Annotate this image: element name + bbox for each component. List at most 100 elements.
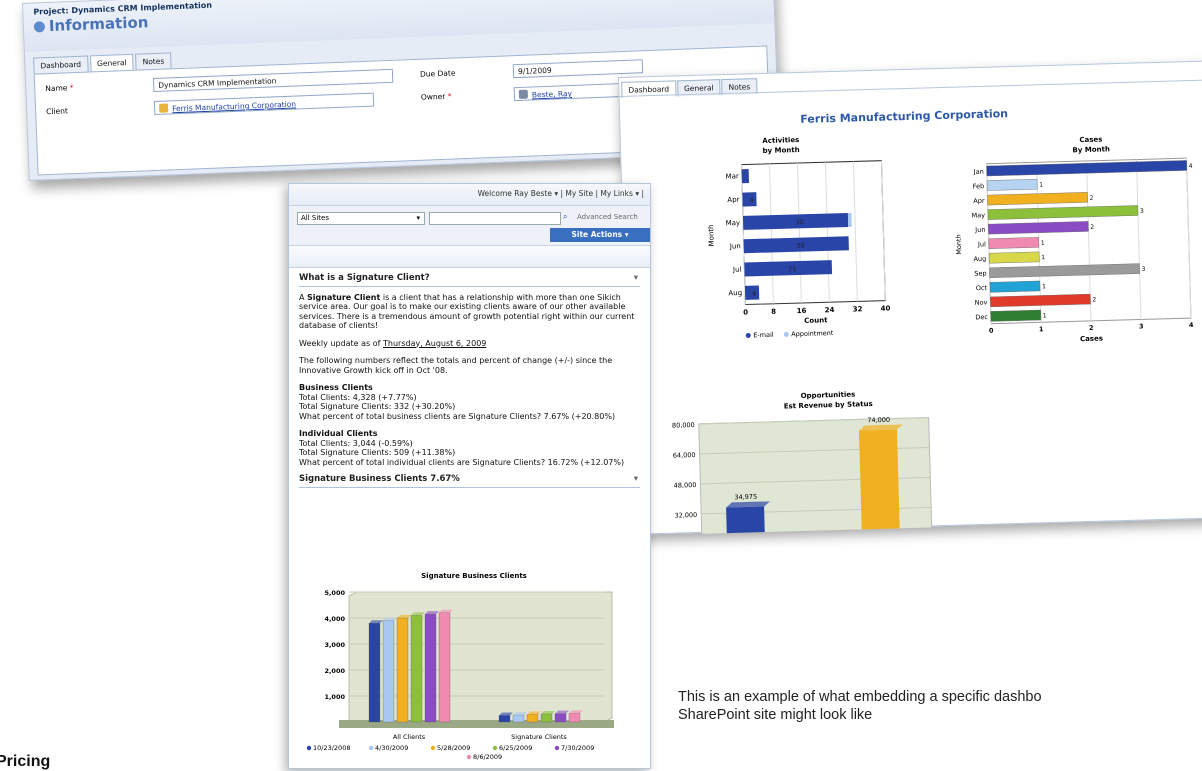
legend-marker bbox=[430, 745, 436, 751]
y-tick-label: 4,000 bbox=[324, 615, 345, 623]
y-tick-label: Jul bbox=[977, 240, 986, 248]
individual-line: Total Clients: 3,044 (-0.59%) bbox=[299, 438, 413, 448]
y-axis-label: Month bbox=[707, 224, 716, 246]
bar-series bbox=[438, 612, 451, 723]
name-field[interactable]: Dynamics CRM Implementation bbox=[152, 68, 394, 93]
welcome-bar[interactable]: Welcome Ray Beste ▾ | My Site | My Links… bbox=[289, 184, 650, 206]
x-axis-label: Count bbox=[804, 316, 828, 325]
cases-chart: 0 1 2 3 4 Jan 4 Feb 1 Apr 2 May 3 Jun 2 Jul 1 Aug 1 Sep 3 Oct… bbox=[955, 157, 1194, 344]
legend-label: 4/30/2009 bbox=[375, 744, 408, 752]
legend-label: Appointment bbox=[791, 329, 834, 338]
y-tick-label: Dec bbox=[975, 313, 988, 321]
search-icon[interactable]: ⌕ bbox=[563, 212, 573, 225]
intro-bold: Signature Client bbox=[307, 292, 381, 302]
bar-series bbox=[498, 715, 511, 723]
owner-label: Owner * bbox=[421, 92, 452, 102]
data-label: 30 bbox=[796, 218, 805, 226]
y-tick-label: Oct bbox=[976, 284, 988, 292]
x-tick-label: 3 bbox=[1139, 322, 1144, 330]
numbers-note: The following numbers reflect the totals… bbox=[299, 356, 613, 375]
data-label: 2 bbox=[1090, 224, 1094, 231]
bar-email bbox=[741, 169, 750, 184]
search-bar: All Sites ▾ ⌕ Advanced Search Site Action… bbox=[289, 206, 650, 246]
pricing-heading: Pricing bbox=[0, 753, 51, 770]
legend-marker bbox=[745, 332, 751, 338]
weekly-update: Weekly update as of Thursday, August 6, … bbox=[299, 339, 640, 349]
y-tick-label: Aug bbox=[973, 255, 986, 263]
weekly-date: Thursday, August 6, 2009 bbox=[383, 338, 487, 348]
bar-series bbox=[526, 714, 539, 723]
bar-series bbox=[424, 613, 437, 723]
y-tick-label: 32,000 bbox=[674, 511, 697, 520]
data-label: 30 bbox=[796, 242, 805, 250]
client-label: Client bbox=[46, 106, 69, 117]
y-tick-label: Jun bbox=[729, 242, 741, 250]
site-scope-select[interactable]: All Sites ▾ bbox=[297, 212, 425, 225]
business-clients-title: Business Clients bbox=[299, 383, 373, 392]
required-marker: * bbox=[69, 83, 74, 93]
legend-marker bbox=[466, 754, 472, 760]
site-actions-button[interactable]: Site Actions ▾ bbox=[550, 228, 650, 242]
bar-opportunity bbox=[726, 506, 770, 535]
y-tick-label: Jul bbox=[732, 266, 742, 274]
owner-link[interactable]: Beste, Ray bbox=[532, 89, 572, 100]
bar-cases bbox=[990, 309, 1042, 322]
caption-text: This is an example of what embedding a s… bbox=[678, 689, 1042, 723]
data-label: 3 bbox=[1141, 266, 1145, 273]
bar-opportunity bbox=[858, 429, 903, 535]
x-tick-label: 8 bbox=[771, 308, 776, 316]
client-lookup-field[interactable]: Ferris Manufacturing Corporation bbox=[153, 92, 375, 116]
bar-series bbox=[554, 713, 567, 723]
client-link[interactable]: Ferris Manufacturing Corporation bbox=[172, 100, 296, 114]
legend-label: E-mail bbox=[753, 331, 774, 340]
name-label-text: Name bbox=[45, 83, 68, 94]
data-label: 1 bbox=[1043, 312, 1047, 319]
legend-label: 5/28/2009 bbox=[437, 744, 470, 752]
x-tick-label: 1 bbox=[1039, 325, 1044, 333]
y-axis-label: Month bbox=[955, 234, 964, 255]
x-axis-label: Cases bbox=[1080, 335, 1103, 344]
y-tick-label: May bbox=[971, 211, 985, 219]
data-label: 4 bbox=[752, 290, 756, 298]
business-line: What percent of total business clients a… bbox=[299, 411, 616, 421]
tab-notes[interactable]: Notes bbox=[135, 52, 172, 70]
bar-series bbox=[368, 623, 381, 723]
x-tick-label: 16 bbox=[797, 307, 807, 315]
chevron-down-icon[interactable]: ▾ bbox=[634, 273, 638, 284]
bar-series bbox=[382, 620, 395, 723]
data-label: 74,000 bbox=[867, 416, 890, 425]
data-label: 1 bbox=[1039, 181, 1043, 188]
x-tick-label: All Clients bbox=[393, 733, 426, 741]
dropdown-icon: ▾ bbox=[416, 214, 420, 222]
due-date-field[interactable]: 9/1/2009 bbox=[512, 59, 644, 79]
x-tick-label: Signature Clients bbox=[511, 733, 567, 741]
bar-series bbox=[512, 714, 525, 723]
bar-cases bbox=[988, 251, 1040, 264]
due-date-label: Due Date bbox=[419, 68, 456, 79]
data-label: 2 bbox=[1092, 296, 1096, 303]
x-tick-label: 0 bbox=[989, 327, 994, 335]
legend-marker bbox=[783, 331, 789, 337]
chevron-down-icon[interactable]: ▾ bbox=[634, 474, 638, 485]
site-scope-value: All Sites bbox=[301, 214, 329, 222]
data-label: 34,975 bbox=[734, 493, 757, 502]
crm-dashboard-window: Dashboard General Notes Ferris Manufactu… bbox=[618, 60, 1202, 535]
tab-general[interactable]: General bbox=[89, 53, 134, 72]
intro-paragraph: A Signature Client is a client that has … bbox=[299, 293, 640, 331]
form-header: Project: Dynamics CRM Implementation Inf… bbox=[23, 0, 775, 52]
name-label: Name * bbox=[45, 83, 74, 93]
bar-series bbox=[410, 615, 423, 723]
y-tick-label: 1,000 bbox=[324, 693, 345, 701]
web-part-title: Signature Business Clients 7.67% ▾ bbox=[299, 474, 640, 488]
y-tick-label: Mar bbox=[725, 172, 739, 180]
bar-cases bbox=[989, 280, 1041, 293]
y-tick-label: Jun bbox=[974, 226, 985, 234]
user-icon bbox=[518, 89, 529, 99]
bar-cases bbox=[986, 178, 1038, 191]
y-tick-label: Aug bbox=[728, 289, 742, 297]
data-label: 25 bbox=[788, 265, 797, 273]
y-tick-label: Jan bbox=[973, 168, 984, 176]
advanced-search-link[interactable]: Advanced Search bbox=[577, 213, 638, 221]
activities-chart: 0 8 16 24 32 40 Mar Apr 4 May 30 Jun 30 Jul 25 Aug 4 Coun… bbox=[707, 160, 891, 340]
search-input[interactable] bbox=[429, 212, 561, 225]
